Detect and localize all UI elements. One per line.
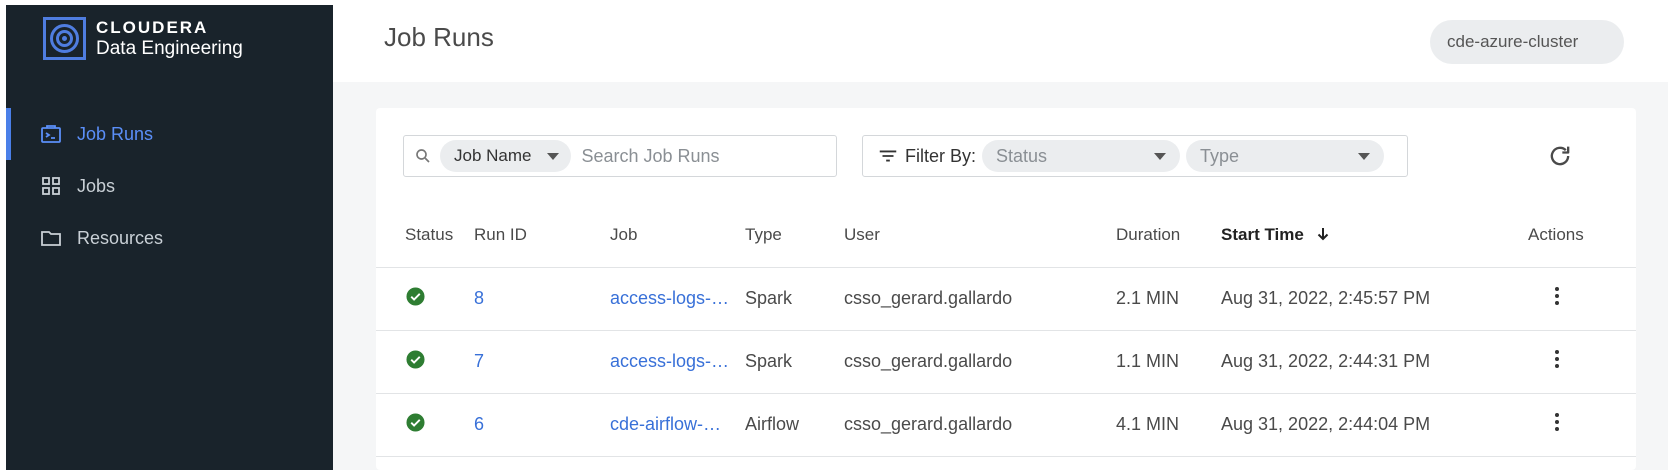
check-circle-icon [406,349,425,369]
search-icon [416,149,430,163]
job-link[interactable]: access-logs-… [610,351,729,371]
status-cell [376,330,474,394]
column-header-status[interactable]: Status [376,203,474,268]
job-link[interactable]: cde-airflow-… [610,414,721,434]
chevron-down-icon [1154,152,1167,160]
status-filter-placeholder: Status [996,145,1048,166]
job-link[interactable]: access-logs-… [610,288,729,308]
page-title: Job Runs [384,22,494,52]
check-circle-icon [406,412,425,432]
table-header-row: Status Run ID Job Type User Duration Sta… [376,203,1636,268]
start-time-label: Start Time [1221,224,1304,244]
type-filter-placeholder: Type [1200,145,1240,166]
actions-cell [1471,330,1636,394]
type-cell: Airflow [745,393,844,457]
duration-cell: 2.1 MIN [1116,267,1221,331]
column-header-actions: Actions [1471,203,1636,268]
more-vertical-icon[interactable] [1545,347,1569,371]
sidebar-item-label: Job Runs [77,123,154,144]
search-field-label: Job Name [454,146,532,165]
user-cell: csso_gerard.gallardo [844,393,1116,457]
more-vertical-icon[interactable] [1545,410,1569,434]
sidebar-item-label: Resources [77,227,164,248]
cloudera-logo[interactable]: CLOUDERA Data Engineering [43,17,243,60]
filter-icon [879,150,897,162]
user-cell: csso_gerard.gallardo [844,330,1116,394]
status-cell [376,393,474,457]
job-cell[interactable]: access-logs-… [610,267,745,331]
run-id-link[interactable]: 7 [474,351,484,371]
run-id-cell[interactable]: 8 [474,267,610,331]
chevron-down-icon [547,152,560,160]
run-id-cell[interactable]: 6 [474,393,610,457]
table-row: 6 cde-airflow-… Airflow csso_gerard.gall… [376,393,1636,457]
status-cell [376,267,474,331]
sidebar: CLOUDERA Data Engineering Job Runs Jobs … [6,5,333,470]
start-time-cell: Aug 31, 2022, 2:44:04 PM [1221,393,1471,457]
sidebar-nav: Job Runs Jobs Resources [6,108,333,264]
duration-cell: 4.1 MIN [1116,393,1221,457]
type-cell: Spark [745,267,844,331]
table-row: 7 access-logs-… Spark csso_gerard.gallar… [376,330,1636,394]
arrow-down-icon [1317,227,1328,241]
start-time-cell: Aug 31, 2022, 2:44:31 PM [1221,330,1471,394]
sidebar-item-resources[interactable]: Resources [6,212,333,264]
check-circle-icon [406,286,425,306]
job-runs-card: Job Name Filter By: Status Type [376,108,1636,470]
run-id-link[interactable]: 8 [474,288,484,308]
search-bar: Job Name [403,135,837,177]
job-cell[interactable]: cde-airflow-… [610,393,745,457]
actions-cell [1471,393,1636,457]
column-header-duration[interactable]: Duration [1116,203,1221,268]
user-cell: csso_gerard.gallardo [844,267,1116,331]
refresh-icon[interactable] [1546,142,1574,170]
column-header-user[interactable]: User [844,203,1116,268]
cluster-selector[interactable]: cde-azure-cluster [1430,20,1624,64]
actions-cell [1471,267,1636,331]
folder-icon [41,231,61,246]
page-header: Job Runs cde-azure-cluster [333,0,1668,82]
product-name: Data Engineering [96,38,243,59]
job-cell[interactable]: access-logs-… [610,330,745,394]
type-cell: Spark [745,330,844,394]
column-header-job[interactable]: Job [610,203,745,268]
more-vertical-icon[interactable] [1545,284,1569,308]
column-header-run-id[interactable]: Run ID [474,203,610,268]
duration-cell: 1.1 MIN [1116,330,1221,394]
brand-name: CLOUDERA [96,18,209,37]
table-row: 8 access-logs-… Spark csso_gerard.gallar… [376,267,1636,331]
sidebar-item-jobs[interactable]: Jobs [6,160,333,212]
filter-bar: Filter By: Status Type [862,135,1408,177]
cloudera-logo-icon [43,17,86,60]
type-filter-dropdown[interactable]: Type [1186,140,1385,172]
start-time-cell: Aug 31, 2022, 2:45:57 PM [1221,267,1471,331]
main-content: Job Runs cde-azure-cluster Job Name Filt… [333,0,1668,470]
job-runs-table: Status Run ID Job Type User Duration Sta… [376,203,1636,457]
column-header-start-time[interactable]: Start Time [1221,203,1471,268]
run-id-cell[interactable]: 7 [474,330,610,394]
run-id-link[interactable]: 6 [474,414,484,434]
job-runs-icon [41,125,61,143]
sidebar-item-job-runs[interactable]: Job Runs [6,108,333,160]
chevron-down-icon [1358,152,1371,160]
filter-label: Filter By: [905,145,977,166]
sidebar-item-label: Jobs [77,175,116,196]
column-header-type[interactable]: Type [745,203,844,268]
grid-icon [42,177,60,195]
search-input[interactable] [581,145,812,167]
search-field-dropdown[interactable]: Job Name [440,140,572,172]
status-filter-dropdown[interactable]: Status [982,140,1181,172]
